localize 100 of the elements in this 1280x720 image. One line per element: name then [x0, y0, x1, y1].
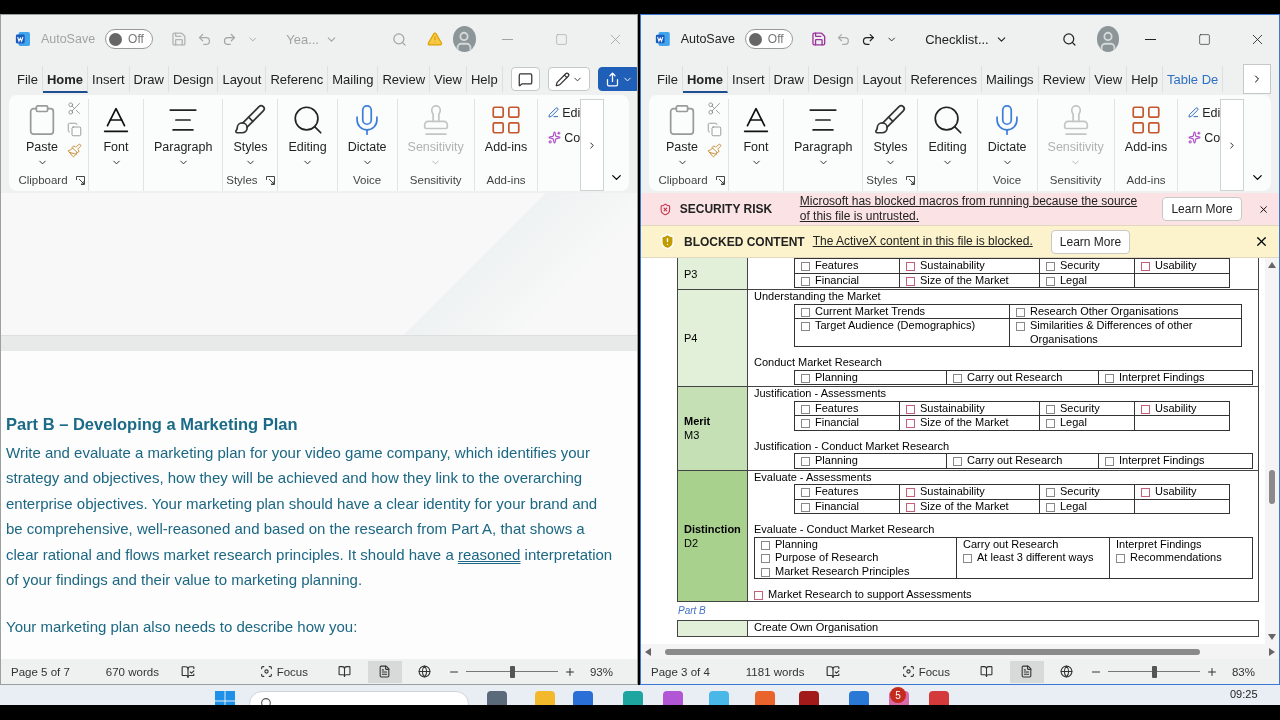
- ribbon-tab[interactable]: Layout: [218, 65, 267, 93]
- zoom-in-icon[interactable]: [563, 665, 576, 678]
- ribbon-tab[interactable]: Mailing: [328, 65, 379, 93]
- app-icon[interactable]: [799, 691, 819, 705]
- word-count[interactable]: 1181 words: [745, 665, 805, 678]
- ribbon-button[interactable]: Co: [1188, 130, 1221, 145]
- banner-link[interactable]: Microsoft has blocked macros from running because the source of this file is untrusted.: [799, 194, 1145, 224]
- warning-icon[interactable]: [426, 30, 443, 48]
- ribbon-button[interactable]: Co: [548, 130, 581, 145]
- app-icon[interactable]: [849, 691, 869, 705]
- save-icon[interactable]: [810, 30, 827, 48]
- avatar[interactable]: [452, 26, 476, 52]
- ribbon-button[interactable]: Edi: [548, 105, 581, 120]
- ribbon-tab[interactable]: Home: [42, 65, 89, 93]
- vertical-scrollbar[interactable]: [1265, 258, 1279, 644]
- dialog-launcher-icon[interactable]: [75, 175, 85, 185]
- dialog-launcher-icon[interactable]: [905, 175, 915, 185]
- ribbon-tab[interactable]: Review: [378, 65, 430, 93]
- avatar[interactable]: [1096, 26, 1120, 52]
- ribbon-tab[interactable]: Review: [1038, 65, 1091, 93]
- close-icon[interactable]: [1254, 234, 1269, 249]
- ribbon-tab[interactable]: References: [906, 65, 982, 93]
- autosave-toggle[interactable]: Off: [105, 29, 153, 49]
- learn-more-button[interactable]: Learn More: [1162, 197, 1242, 221]
- ribbon-tab[interactable]: File: [13, 65, 43, 93]
- ribbon-button[interactable]: Add-ins: [1120, 99, 1172, 154]
- app-icon[interactable]: [929, 691, 949, 705]
- scissors-icon[interactable]: [67, 101, 82, 116]
- focus-button[interactable]: Focus: [253, 664, 314, 679]
- copy-icon[interactable]: [707, 122, 722, 137]
- ribbon-button[interactable]: Font: [95, 99, 137, 168]
- ribbon-tab[interactable]: Design: [808, 65, 859, 93]
- proofing-icon[interactable]: [180, 664, 195, 679]
- view-button[interactable]: [1009, 660, 1044, 683]
- page-count[interactable]: Page 5 of 7: [11, 665, 70, 678]
- ribbon-tab[interactable]: Design: [168, 65, 219, 93]
- zoom-level[interactable]: 83%: [1231, 665, 1255, 678]
- ribbon-button[interactable]: Font: [735, 99, 777, 168]
- ribbon-button[interactable]: Editing: [284, 99, 331, 168]
- zoom-in-icon[interactable]: [1205, 665, 1218, 678]
- ribbon-button[interactable]: Edi: [1188, 105, 1221, 120]
- ribbon-button[interactable]: Dictate: [983, 99, 1031, 168]
- ribbon-tab[interactable]: Draw: [769, 65, 809, 93]
- ribbon-button[interactable]: Styles: [869, 99, 912, 168]
- ribbon-tab[interactable]: Table De: [1162, 65, 1224, 93]
- ribbon-tab[interactable]: View: [1090, 65, 1128, 93]
- proofing-icon[interactable]: [826, 664, 841, 679]
- ribbon-tab[interactable]: Layout: [858, 65, 907, 93]
- focus-button[interactable]: Focus: [895, 664, 956, 679]
- ribbon-tab[interactable]: Help: [466, 65, 503, 93]
- scissors-icon[interactable]: [707, 101, 722, 116]
- banner-link[interactable]: The ActiveX content in this file is blocked.: [812, 234, 1033, 249]
- paintbrush-icon[interactable]: [707, 143, 722, 158]
- ribbon-tab[interactable]: Home: [682, 65, 729, 93]
- app-icon[interactable]: [573, 691, 593, 705]
- ribbon-tab[interactable]: Help: [1127, 65, 1163, 93]
- ribbon-tab[interactable]: Insert: [728, 65, 770, 93]
- scroll-left-icon[interactable]: [645, 647, 651, 656]
- copy-icon[interactable]: [67, 122, 82, 137]
- slider-thumb[interactable]: [509, 665, 515, 678]
- autosave-toggle[interactable]: Off: [744, 29, 793, 49]
- ribbon-tab[interactable]: Referenc: [266, 65, 329, 93]
- word-count[interactable]: 670 words: [105, 665, 159, 678]
- ribbon-tab[interactable]: Draw: [129, 65, 169, 93]
- zoom-level[interactable]: 93%: [589, 665, 613, 678]
- ribbon-tab[interactable]: View: [430, 65, 467, 93]
- search-icon[interactable]: [1061, 30, 1077, 48]
- ribbon-button[interactable]: Paste: [21, 99, 63, 168]
- ribbon-button[interactable]: Add-ins: [480, 99, 532, 154]
- page-count[interactable]: Page 3 of 4: [651, 665, 710, 678]
- dialog-launcher-icon[interactable]: [265, 175, 275, 185]
- scroll-down-icon[interactable]: [1268, 634, 1276, 640]
- tabs-scroll-button[interactable]: [1243, 64, 1271, 94]
- ribbon-tab[interactable]: File: [653, 65, 683, 93]
- clock[interactable]: 09:25: [1230, 688, 1258, 700]
- ribbon-button[interactable]: Paragraph: [150, 99, 217, 168]
- horizontal-scrollbar[interactable]: [641, 644, 1279, 659]
- dialog-launcher-icon[interactable]: [715, 175, 725, 185]
- scroll-up-icon[interactable]: [1268, 262, 1276, 268]
- scrollbar-thumb[interactable]: [1269, 470, 1275, 504]
- document-title[interactable]: Checklist...: [921, 31, 1012, 47]
- ribbon-tab[interactable]: Mailings: [981, 65, 1039, 93]
- comment-button[interactable]: [510, 67, 540, 91]
- windows-logo-icon[interactable]: [215, 691, 235, 705]
- scroll-right-icon[interactable]: [1269, 647, 1275, 656]
- slider-thumb[interactable]: [1151, 665, 1157, 678]
- ribbon-button[interactable]: Dictate: [343, 99, 391, 168]
- app-icon[interactable]: [487, 691, 507, 705]
- ribbon-button[interactable]: Paragraph: [790, 99, 857, 168]
- view-button[interactable]: [367, 660, 402, 683]
- scrollbar-thumb[interactable]: [665, 648, 1200, 655]
- ribbon-button[interactable]: Styles: [229, 99, 272, 168]
- share-button[interactable]: [597, 67, 637, 91]
- ribbon-button[interactable]: Editing: [924, 99, 971, 168]
- paintbrush-icon[interactable]: [67, 143, 82, 158]
- learn-more-button[interactable]: Learn More: [1050, 229, 1131, 254]
- more-button[interactable]: [1220, 99, 1245, 191]
- ribbon-tab[interactable]: Insert: [88, 65, 130, 93]
- editing-mode-button[interactable]: [547, 67, 590, 91]
- ribbon-button[interactable]: Paste: [661, 99, 703, 168]
